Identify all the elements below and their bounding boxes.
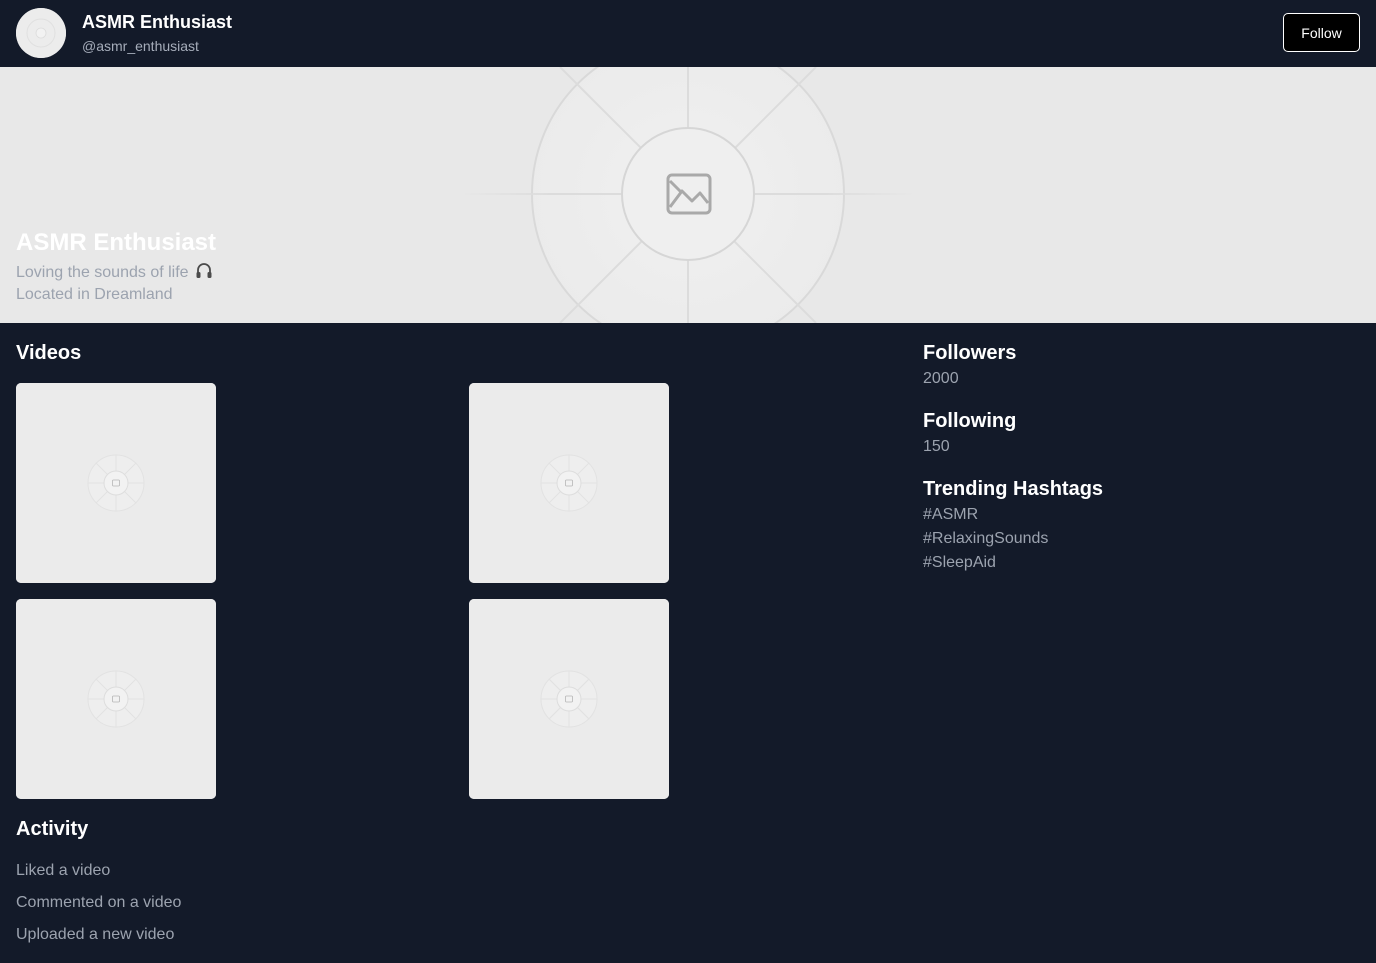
image-placeholder-icon <box>16 8 66 58</box>
profile-location: Located in Dreamland <box>16 286 173 303</box>
hashtag-link[interactable]: #ASMR <box>923 506 978 524</box>
banner-image-placeholder <box>0 67 1376 323</box>
hashtag-link[interactable]: #RelaxingSounds <box>923 530 1048 548</box>
avatar[interactable] <box>16 8 66 58</box>
activity-title: Activity <box>16 818 89 840</box>
profile-name: ASMR Enthusiast <box>82 12 233 32</box>
videos-title: Videos <box>16 342 82 364</box>
followers-label: Followers <box>923 342 1017 364</box>
following-count: 150 <box>923 438 950 455</box>
profile-handle: @asmr_enthusiast <box>82 38 199 54</box>
headphones-icon <box>196 263 212 278</box>
video-thumbnail[interactable] <box>469 383 669 583</box>
video-placeholder-icon <box>16 599 216 799</box>
activity-item: Uploaded a new video <box>16 926 175 943</box>
banner-profile-name: ASMR Enthusiast <box>16 229 217 256</box>
activity-item: Commented on a video <box>16 894 182 911</box>
trending-hashtags-title: Trending Hashtags <box>923 478 1104 500</box>
followers-count: 2000 <box>923 370 959 387</box>
video-placeholder-icon <box>469 383 669 583</box>
video-thumbnail[interactable] <box>16 383 216 583</box>
video-placeholder-icon <box>16 383 216 583</box>
following-label: Following <box>923 410 1017 432</box>
profile-bio: Loving the sounds of life <box>16 262 213 282</box>
activity-item: Liked a video <box>16 862 111 879</box>
video-placeholder-icon <box>469 599 669 799</box>
profile-banner: ASMR Enthusiast Loving the sounds of lif… <box>0 67 1376 323</box>
video-thumbnail[interactable] <box>16 599 216 799</box>
video-thumbnail[interactable] <box>469 599 669 799</box>
hashtag-link[interactable]: #SleepAid <box>923 554 996 572</box>
follow-button[interactable]: Follow <box>1283 13 1360 52</box>
profile-header: ASMR Enthusiast @asmr_enthusiast Follow <box>0 0 1376 66</box>
profile-bio-text: Loving the sounds of life <box>16 264 189 281</box>
